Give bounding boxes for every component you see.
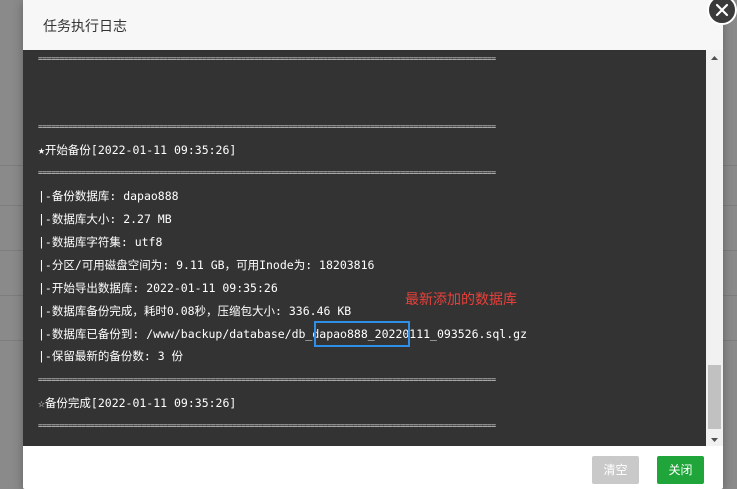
log-line: |-保留最新的备份数: 3 份 — [38, 349, 184, 363]
log-separator: ========================================… — [38, 377, 496, 383]
log-separator: ========================================… — [38, 56, 496, 62]
log-line: |-数据库字符集: utf8 — [38, 235, 163, 249]
close-icon — [715, 3, 729, 17]
log-start-line: ★开始备份[2022-01-11 09:35:26] — [38, 143, 237, 157]
log-line: |-数据库备份完成，耗时0.08秒，压缩包大小: 336.46 KB — [38, 304, 352, 318]
log-scrollbar[interactable] — [706, 50, 723, 446]
log-line: |-数据库大小: 2.27 MB — [38, 212, 172, 226]
dialog-header: 任务执行日志 — [23, 0, 723, 51]
log-line: |-备份数据库: dapao888 — [38, 189, 179, 203]
annotation-label: 最新添加的数据库 — [405, 292, 517, 308]
log-separator: ========================================… — [38, 423, 496, 429]
log-separator: ========================================… — [38, 170, 496, 176]
dialog-close-button[interactable] — [707, 0, 737, 25]
log-output[interactable]: ========================================… — [23, 50, 706, 446]
dialog-title: 任务执行日志 — [43, 19, 127, 35]
filename-highlight-box — [314, 321, 410, 347]
scroll-thumb[interactable] — [708, 365, 721, 429]
scroll-up-button[interactable] — [706, 50, 723, 64]
scroll-down-button[interactable] — [706, 432, 723, 446]
triangle-up-icon — [711, 56, 718, 60]
log-end-line: ☆备份完成[2022-01-11 09:35:26] — [38, 396, 237, 410]
clear-button[interactable]: 清空 — [592, 456, 639, 484]
log-line: |-分区/可用磁盘空间为: 9.11 GB，可用Inode为: 18203816 — [38, 258, 375, 272]
log-line: |-数据库已备份到: /www/backup/database/db_dapao… — [38, 327, 527, 341]
close-button[interactable]: 关闭 — [657, 456, 704, 484]
log-line: |-开始导出数据库: 2022-01-11 09:35:26 — [38, 281, 278, 295]
triangle-down-icon — [711, 438, 718, 442]
log-separator: ========================================… — [38, 124, 496, 130]
